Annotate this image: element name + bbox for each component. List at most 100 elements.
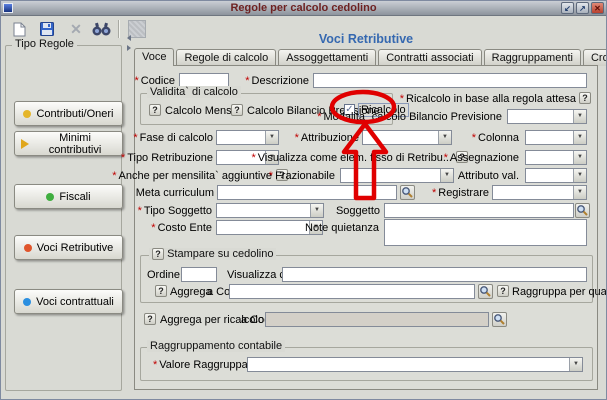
tab-regole-di-calcolo[interactable]: Regole di calcolo	[176, 49, 276, 66]
raggruppa-quantita-label: Raggruppa per quantita`	[512, 286, 607, 298]
titlebar: Regole per calcolo cedolino ↙ ↗ ✕	[1, 1, 606, 16]
fase-di-calcolo-dropdown[interactable]: ▼	[216, 130, 279, 145]
magnifier-icon	[576, 204, 589, 217]
validita-legend: Validita` di calcolo	[147, 86, 241, 98]
help-raggruppa-quantita-icon[interactable]: ?	[497, 285, 509, 297]
chevron-down-icon: ▼	[569, 358, 582, 371]
valore-raggruppamento-dropdown[interactable]: ▼	[247, 357, 583, 372]
tipo-retribuzione-label: *Tipo Retribuzione	[121, 152, 213, 164]
ordine-label: Ordine	[147, 269, 180, 281]
tipo-regole-group: Tipo Regole Contributi/Oneri Minimi cont…	[5, 45, 122, 391]
frazionabile-label: *Frazionabile	[269, 170, 335, 182]
modalita-dropdown[interactable]: ▼	[507, 109, 587, 124]
modalita-label: *Modalita` calcolo Bilancio Previsione	[317, 111, 502, 123]
aggrega-lookup-button[interactable]	[478, 284, 493, 299]
help-aggrega-ricalcolo-icon[interactable]: ?	[144, 313, 156, 325]
close-button[interactable]: ✕	[591, 2, 604, 14]
delete-button[interactable]: ✕	[64, 19, 88, 39]
chevron-down-icon: ▼	[573, 131, 586, 144]
visualizza-come-input[interactable]	[282, 267, 587, 282]
sidebar-button-voci-retributive[interactable]: Voci Retributive	[14, 235, 123, 260]
help-calcolo-mensile-icon[interactable]: ?	[149, 104, 161, 116]
tipo-soggetto-dropdown[interactable]: ▼	[216, 203, 324, 218]
chevron-down-icon: ▼	[265, 131, 278, 144]
aggrega-ricalcolo-lookup-button[interactable]	[492, 312, 507, 327]
help-calcolo-bilancio-icon[interactable]: ?	[231, 104, 243, 116]
help-ricalcolo-attesa-icon[interactable]: ?	[579, 92, 591, 104]
sidebar-button-contributi-oneri[interactable]: Contributi/Oneri	[14, 101, 123, 126]
new-document-icon	[13, 22, 26, 37]
sidebar-button-minimi-contributivi[interactable]: Minimi contributivi	[14, 131, 123, 156]
chevron-down-icon: ▼	[573, 110, 586, 123]
aggrega-a-cod-input[interactable]	[229, 284, 475, 299]
costo-ente-label: *Costo Ente	[151, 222, 212, 234]
green-circle-icon	[46, 193, 54, 201]
ordine-input[interactable]	[181, 267, 217, 282]
chevron-down-icon: ▼	[310, 204, 323, 217]
visualizza-elem-fisso-label: *Visualizza come elem. fisso di Retribu.…	[252, 152, 453, 164]
tab-contratti-associati[interactable]: Contratti associati	[378, 49, 481, 66]
save-button[interactable]	[35, 19, 59, 39]
new-document-button[interactable]	[7, 19, 31, 39]
stampare-legend-text: Stampare su cedolino	[167, 248, 273, 260]
soggetto-input[interactable]	[384, 203, 574, 218]
panel-title: Voci Retributive	[134, 32, 598, 46]
orange-circle-icon	[24, 244, 32, 252]
attribuzione-dropdown[interactable]: ▼	[362, 130, 452, 145]
collapse-left-icon[interactable]	[127, 35, 131, 41]
registrare-dropdown[interactable]: ▼	[492, 185, 587, 200]
frazionabile-dropdown[interactable]: ▼	[340, 168, 454, 183]
yellow-triangle-icon	[21, 139, 29, 149]
tipo-soggetto-label: *Tipo Soggetto	[138, 205, 212, 217]
aggrega-ricalcolo-a-cod-input	[265, 312, 489, 327]
aggrega-label: Aggrega	[170, 286, 212, 298]
attributo-val-dropdown[interactable]: ▼	[525, 168, 587, 183]
minimize-button[interactable]: ↙	[561, 2, 574, 14]
tab-cross-references[interactable]: Cross References	[583, 49, 607, 66]
soggetto-lookup-button[interactable]	[575, 203, 590, 218]
tab-raggruppamenti[interactable]: Raggruppamenti	[484, 49, 581, 66]
help-aggrega-icon[interactable]: ?	[155, 285, 167, 297]
maximize-button[interactable]: ↗	[576, 2, 589, 14]
button-label: Minimi contributivi	[34, 132, 116, 156]
meta-curriculum-label: Meta curriculum	[136, 187, 214, 199]
assegnazione-dropdown[interactable]: ▼	[525, 150, 587, 165]
anche-mensilita-label: *Anche per mensilita` aggiuntive	[112, 170, 272, 182]
raggruppamento-contabile-group: Raggruppamento contabile *Valore Raggrup…	[140, 347, 593, 381]
meta-curriculum-lookup-button[interactable]	[400, 185, 415, 200]
split-pane-divider[interactable]	[127, 32, 133, 392]
colonna-dropdown[interactable]: ▼	[525, 130, 587, 145]
magnifier-icon	[401, 186, 414, 199]
fase-di-calcolo-label: *Fase di calcolo	[133, 132, 213, 144]
colonna-label: *Colonna	[472, 132, 519, 144]
tab-voce[interactable]: Voce	[134, 48, 174, 66]
assegnazione-label: *Assegnazione	[444, 152, 519, 164]
chevron-down-icon: ▼	[573, 169, 586, 182]
ricalcolo-attesa-label: *Ricalcolo in base alla regola attesa	[400, 93, 576, 105]
search-button[interactable]	[89, 19, 113, 39]
chevron-down-icon: ▼	[438, 131, 451, 144]
help-stampare-icon[interactable]: ?	[152, 248, 164, 260]
note-quietanza-textarea[interactable]	[384, 219, 587, 246]
meta-curriculum-input[interactable]	[217, 185, 397, 200]
collapse-right-icon[interactable]	[127, 45, 131, 51]
button-label: Fiscali	[59, 191, 90, 203]
chevron-down-icon: ▼	[573, 186, 586, 199]
app-window: Regole per calcolo cedolino ↙ ↗ ✕ ✕	[0, 0, 607, 400]
chevron-down-icon: ▼	[440, 169, 453, 182]
button-label: Voci contrattuali	[36, 296, 114, 308]
yellow-circle-icon	[23, 110, 31, 118]
attribuzione-label: *Attribuzione	[295, 132, 359, 144]
window-controls: ↙ ↗ ✕	[561, 2, 604, 14]
descrizione-input[interactable]	[313, 73, 587, 88]
sidebar-button-fiscali[interactable]: Fiscali	[14, 184, 123, 209]
tabbar: VoceRegole di calcoloAssoggettamentiCont…	[134, 48, 607, 66]
magnifier-icon	[493, 313, 506, 326]
raggruppamento-contabile-legend: Raggruppamento contabile	[147, 340, 285, 352]
sidebar-button-voci-contrattuali[interactable]: Voci contrattuali	[14, 289, 123, 314]
binoculars-icon	[92, 22, 111, 36]
button-label: Contributi/Oneri	[36, 108, 113, 120]
tab-assoggettamenti[interactable]: Assoggettamenti	[278, 49, 376, 66]
tipo-regole-legend: Tipo Regole	[12, 38, 77, 50]
voce-tab-panel: *Codice *Descrizione Validita` di calcol…	[134, 65, 598, 390]
